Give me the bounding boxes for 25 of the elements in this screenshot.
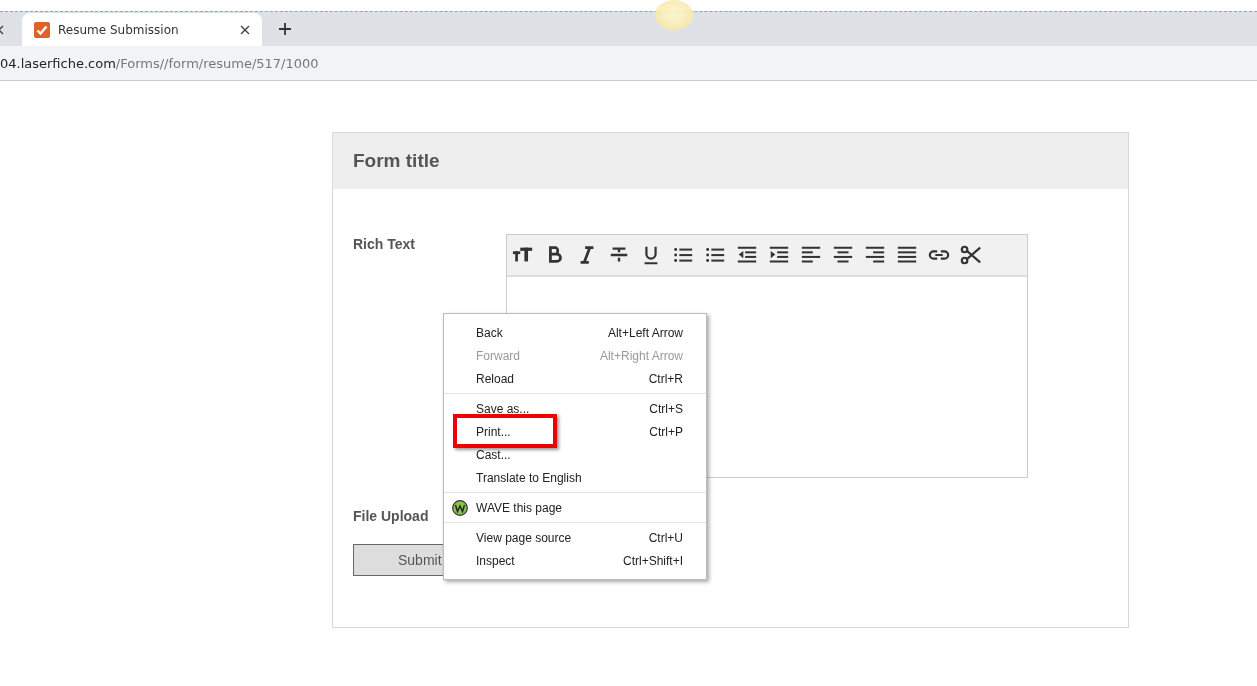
menu-item[interactable]: Save as... Ctrl+S — [444, 397, 706, 420]
glow-spot — [655, 0, 693, 30]
new-tab-icon[interactable] — [278, 22, 292, 36]
close-icon[interactable] — [240, 24, 250, 35]
field-label: File Upload — [353, 508, 429, 524]
menu-item[interactable]: Translate to English — [444, 466, 706, 489]
menu-item[interactable]: Back Alt+Left Arrow — [444, 321, 706, 344]
menu-item[interactable]: Cast... — [444, 443, 706, 466]
align-left-icon[interactable] — [800, 244, 822, 266]
align-center-icon[interactable] — [832, 244, 854, 266]
justify-icon[interactable] — [896, 244, 918, 266]
form-title: Form title — [353, 150, 440, 172]
outdent-icon[interactable] — [736, 244, 758, 266]
checkmark-icon — [34, 21, 50, 38]
w-logo-icon — [452, 499, 468, 516]
menu-item[interactable]: Reload Ctrl+R — [444, 367, 706, 390]
tab-title: Resume Submission — [58, 22, 180, 37]
browser-tab[interactable]: Resume Submission — [22, 13, 262, 46]
align-right-icon[interactable] — [864, 244, 886, 266]
menu-item[interactable]: Print... Ctrl+P — [444, 420, 706, 443]
scissors-icon[interactable] — [960, 244, 982, 266]
address-bar[interactable]: 04.laserfiche.com/Forms//form/resume/517/1000 — [0, 46, 1257, 81]
indent-icon[interactable] — [768, 244, 790, 266]
field-label: Rich Text — [353, 236, 415, 252]
menu-item[interactable]: WAVE this page — [444, 496, 706, 519]
